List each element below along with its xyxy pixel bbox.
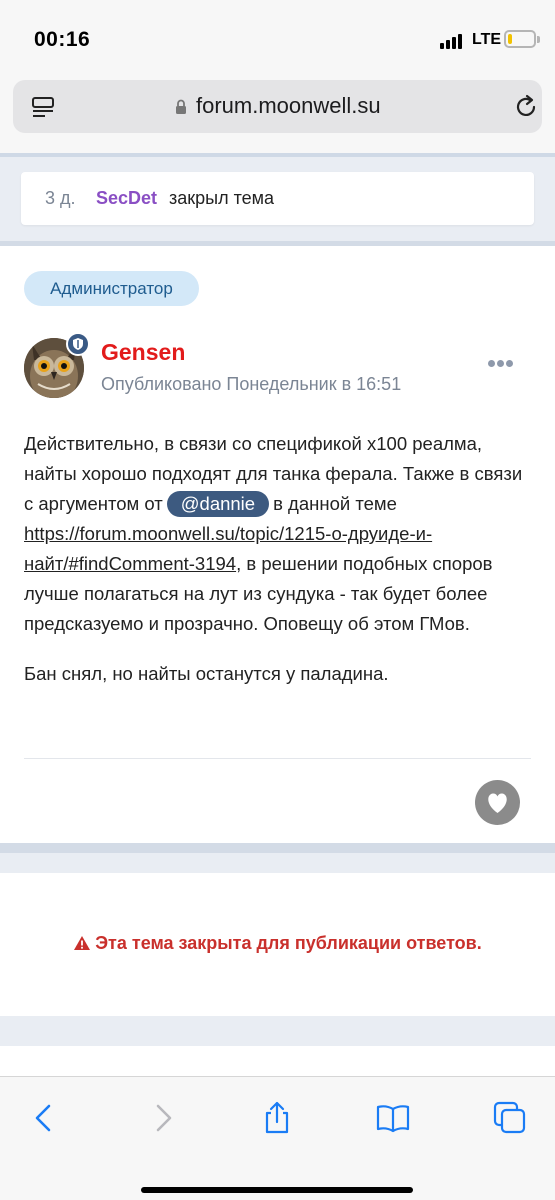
author-name[interactable]: Gensen [101, 339, 185, 366]
event-time: 3 д. [45, 188, 76, 208]
status-bar: 00:16 LTE [0, 0, 555, 80]
share-icon[interactable] [260, 1101, 294, 1135]
back-icon[interactable] [27, 1101, 61, 1135]
user-mention[interactable]: @dannie [166, 491, 270, 517]
event-user-link[interactable]: SecDet [96, 188, 157, 209]
address-bar[interactable]: forum.moonwell.su [13, 80, 542, 133]
tabs-icon[interactable] [493, 1101, 527, 1135]
divider [0, 843, 555, 853]
role-badge: Администратор [24, 271, 199, 306]
divider [0, 153, 555, 157]
browser-toolbar: forum.moonwell.su [0, 80, 555, 153]
reload-icon[interactable] [513, 94, 539, 120]
divider [24, 758, 531, 759]
post-timestamp[interactable]: Опубликовано Понедельник в 16:51 [101, 374, 401, 395]
post-paragraph: Действительно, в связи со спецификой x10… [24, 433, 523, 634]
post-card: Администратор Gensen Опубликовано Понеде… [0, 246, 555, 843]
post-paragraph: Бан снял, но найты останутся у паладина. [24, 663, 389, 684]
topic-event: 3 д. SecDet закрыл тема [21, 172, 534, 225]
more-options-icon[interactable] [488, 360, 514, 368]
warning-icon [74, 936, 91, 950]
status-time: 00:16 [34, 28, 91, 51]
bookmarks-icon[interactable] [376, 1101, 410, 1135]
locked-notice-card: Эта тема закрыта для публикации ответов. [0, 873, 555, 1016]
content-footer [0, 1046, 555, 1076]
moderator-shield-icon [66, 332, 90, 356]
browser-bottom-toolbar [0, 1076, 555, 1200]
lock-icon [176, 99, 186, 114]
reader-view-icon[interactable] [31, 96, 55, 118]
signal-icon [440, 33, 466, 49]
forward-icon[interactable] [146, 1101, 180, 1135]
home-indicator [141, 1187, 413, 1193]
network-label: LTE [472, 31, 502, 48]
heart-icon [488, 793, 507, 813]
like-button[interactable] [475, 780, 520, 825]
url-text: forum.moonwell.su [196, 93, 381, 118]
locked-notice: Эта тема закрыта для публикации ответов. [0, 933, 555, 954]
event-action: закрыл тема [169, 188, 275, 208]
battery-icon [504, 30, 540, 48]
post-content: Действительно, в связи со спецификой x10… [24, 429, 534, 709]
